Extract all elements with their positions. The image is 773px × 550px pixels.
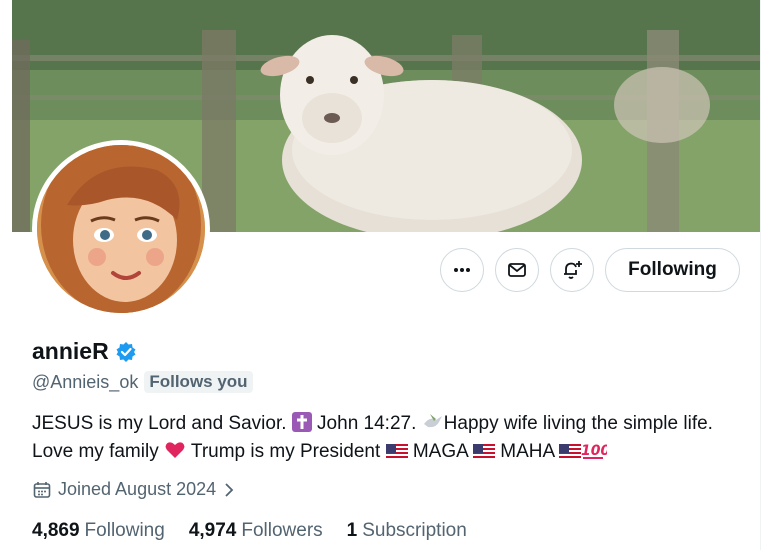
handle: @Annieis_ok — [32, 371, 139, 392]
hundred-points-icon: 100 — [581, 440, 611, 467]
avatar-illustration — [37, 145, 205, 313]
notifications-button[interactable] — [550, 248, 594, 292]
joined-row[interactable]: Joined August 2024 — [32, 479, 236, 500]
latin-cross-icon — [291, 412, 312, 439]
display-name: annieR — [32, 338, 109, 364]
calendar-icon — [33, 481, 51, 498]
joined-date: Joined August 2024 — [58, 479, 217, 499]
handle-row: @Annieis_ok Follows you — [32, 371, 253, 393]
subscriptions-label: Subscription — [362, 520, 467, 541]
following-stat[interactable]: 4,869 Following — [32, 520, 165, 542]
bio: JESUS is my Lord and Savior. John 14:27.… — [32, 411, 732, 467]
envelope-icon — [508, 263, 526, 277]
bio-text-2: John 14:27. — [311, 413, 422, 434]
left-gutter — [0, 0, 12, 550]
svg-text:100: 100 — [581, 443, 607, 459]
bio-text-5: MAGA — [407, 441, 474, 462]
name-row: annieR — [32, 338, 137, 365]
bio-text-6: MAHA — [495, 441, 560, 462]
us-flag-icon — [559, 442, 582, 467]
chevron-right-icon — [225, 482, 234, 497]
dove-icon — [422, 412, 444, 439]
following-count: 4,869 — [32, 520, 80, 541]
stats-row: 4,869 Following 4,974 Followers 1 Subscr… — [32, 520, 467, 542]
followers-count: 4,974 — [188, 520, 237, 541]
message-button[interactable] — [495, 248, 539, 292]
followers-label: Followers — [241, 520, 323, 541]
bio-text-4: Trump is my President — [185, 441, 386, 462]
us-flag-icon — [385, 442, 408, 467]
profile-page: Following annieR @Annieis_ok Follows you… — [0, 0, 773, 550]
verified-badge-icon[interactable] — [115, 341, 137, 363]
red-heart-icon — [164, 440, 186, 467]
follows-you-badge: Follows you — [144, 371, 253, 393]
subscriptions-stat[interactable]: 1 Subscription — [347, 520, 467, 542]
following-button[interactable]: Following — [605, 248, 740, 292]
us-flag-icon — [473, 442, 496, 467]
bell-plus-icon — [564, 261, 582, 279]
subscriptions-count: 1 — [346, 520, 358, 541]
right-gutter — [760, 0, 773, 550]
more-icon — [454, 268, 470, 272]
following-label: Following — [84, 520, 165, 541]
avatar[interactable] — [32, 140, 210, 318]
bio-text-1: JESUS is my Lord and Savior. — [32, 413, 292, 434]
more-button[interactable] — [440, 248, 484, 292]
followers-stat[interactable]: 4,974 Followers — [189, 520, 323, 542]
avatar-image — [37, 145, 205, 313]
